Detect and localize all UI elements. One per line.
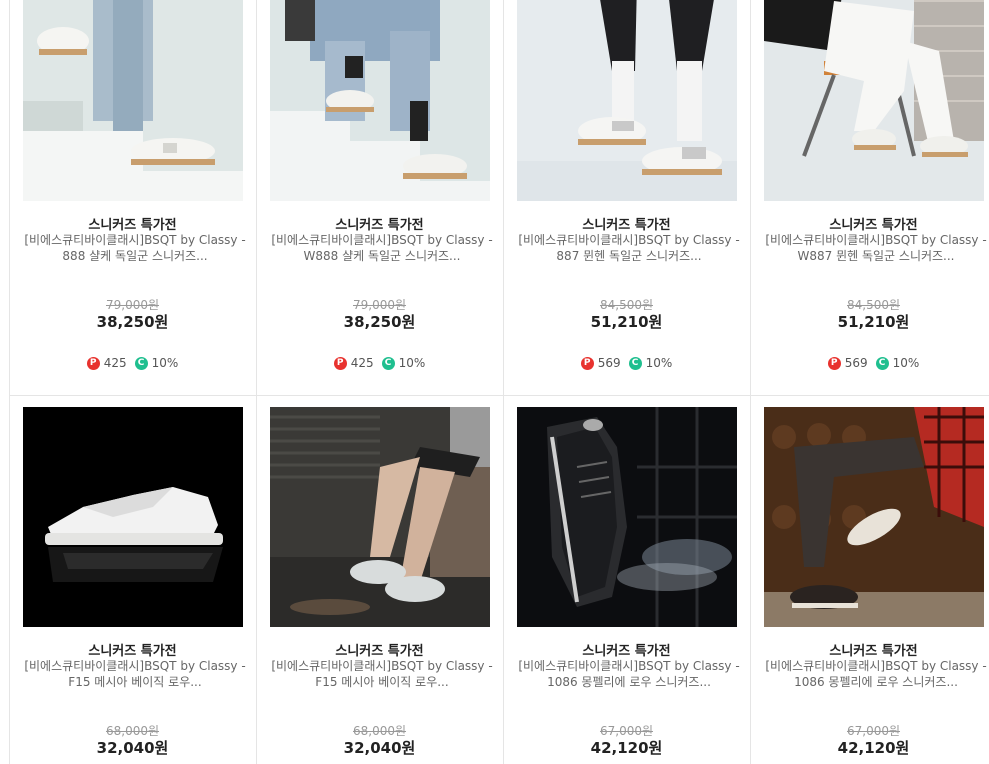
coupon-icon: C bbox=[875, 356, 889, 370]
product-name-line: [비에스큐티바이클래시]BSQT by Classy - bbox=[765, 233, 987, 247]
sale-price: 51,210원 bbox=[590, 313, 663, 331]
sale-price: 42,120원 bbox=[837, 739, 910, 757]
product-category: 스니커즈 특가전 bbox=[88, 218, 177, 233]
product-image[interactable] bbox=[23, 407, 243, 627]
points-icon: P bbox=[580, 356, 594, 370]
product-name-line: 1086 몽펠리에 로우 스니커즈... bbox=[547, 675, 711, 689]
product-image[interactable] bbox=[23, 0, 243, 201]
sale-price: 38,250원 bbox=[343, 313, 416, 331]
product-name[interactable]: [비에스큐티바이클래시]BSQT by Classy - 888 샬케 독일군 스… bbox=[24, 232, 246, 264]
sale-price: 32,040원 bbox=[343, 739, 416, 757]
coupon-icon: C bbox=[628, 356, 642, 370]
product-name-line: [비에스큐티바이클래시]BSQT by Classy - bbox=[24, 659, 246, 673]
product-card[interactable]: 스니커즈 특가전 [비에스큐티바이클래시]BSQT by Classy - 887… bbox=[503, 0, 750, 395]
product-card[interactable]: 스니커즈 특가전 [비에스큐티바이클래시]BSQT by Classy - F15… bbox=[9, 396, 256, 764]
product-image[interactable] bbox=[517, 0, 737, 201]
product-image[interactable] bbox=[270, 407, 490, 627]
product-card[interactable]: 스니커즈 특가전 [비에스큐티바이클래시]BSQT by Classy - 888… bbox=[9, 0, 256, 395]
product-card[interactable]: 스니커즈 특가전 [비에스큐티바이클래시]BSQT by Classy - W88… bbox=[256, 0, 503, 395]
product-name-line: [비에스큐티바이클래시]BSQT by Classy - bbox=[518, 233, 740, 247]
product-grid: 스니커즈 특가전 [비에스큐티바이클래시]BSQT by Classy - 888… bbox=[9, 0, 989, 764]
product-name-line: 887 뮌헨 독일군 스니커즈... bbox=[556, 249, 702, 263]
product-category: 스니커즈 특가전 bbox=[335, 644, 424, 659]
product-name[interactable]: [비에스큐티바이클래시]BSQT by Classy - 1086 몽펠리에 로우… bbox=[765, 658, 987, 690]
coupon-value: 10% bbox=[892, 356, 920, 370]
product-image[interactable] bbox=[764, 407, 984, 627]
product-image[interactable] bbox=[270, 0, 490, 201]
coupon-icon: C bbox=[134, 356, 148, 370]
points-value: 569 bbox=[844, 356, 868, 370]
product-row: 스니커즈 특가전 [비에스큐티바이클래시]BSQT by Classy - F15… bbox=[9, 396, 989, 764]
sale-price: 32,040원 bbox=[96, 739, 169, 757]
product-name[interactable]: [비에스큐티바이클래시]BSQT by Classy - F15 메시아 베이직 … bbox=[24, 658, 246, 690]
product-image[interactable] bbox=[517, 407, 737, 627]
product-name-line: W887 뮌헨 독일군 스니커즈... bbox=[797, 249, 955, 263]
coupon-value: 10% bbox=[398, 356, 426, 370]
points-icon: P bbox=[86, 356, 100, 370]
product-name-line: 888 샬케 독일군 스니커즈... bbox=[62, 249, 208, 263]
product-row: 스니커즈 특가전 [비에스큐티바이클래시]BSQT by Classy - 888… bbox=[9, 0, 989, 396]
product-name[interactable]: [비에스큐티바이클래시]BSQT by Classy - W887 뮌헨 독일군 … bbox=[765, 232, 987, 264]
product-name-line: 1086 몽펠리에 로우 스니커즈... bbox=[794, 675, 958, 689]
product-category: 스니커즈 특가전 bbox=[829, 644, 918, 659]
coupon-icon: C bbox=[381, 356, 395, 370]
sale-price: 42,120원 bbox=[590, 739, 663, 757]
product-name-line: [비에스큐티바이클래시]BSQT by Classy - bbox=[24, 233, 246, 247]
product-card[interactable]: 스니커즈 특가전 [비에스큐티바이클래시]BSQT by Classy - 108… bbox=[750, 396, 989, 764]
product-badges: P 569 C 10% bbox=[504, 356, 749, 370]
product-name-line: [비에스큐티바이클래시]BSQT by Classy - bbox=[518, 659, 740, 673]
product-name-line: [비에스큐티바이클래시]BSQT by Classy - bbox=[271, 659, 493, 673]
sale-price: 51,210원 bbox=[837, 313, 910, 331]
sale-price: 38,250원 bbox=[96, 313, 169, 331]
points-icon: P bbox=[827, 356, 841, 370]
product-badges: P 569 C 10% bbox=[751, 356, 989, 370]
product-name-line: [비에스큐티바이클래시]BSQT by Classy - bbox=[271, 233, 493, 247]
product-category: 스니커즈 특가전 bbox=[88, 644, 177, 659]
product-name[interactable]: [비에스큐티바이클래시]BSQT by Classy - F15 메시아 베이직 … bbox=[271, 658, 493, 690]
product-category: 스니커즈 특가전 bbox=[335, 218, 424, 233]
points-value: 425 bbox=[350, 356, 374, 370]
product-card[interactable]: 스니커즈 특가전 [비에스큐티바이클래시]BSQT by Classy - F15… bbox=[256, 396, 503, 764]
product-image[interactable] bbox=[764, 0, 984, 201]
points-icon: P bbox=[333, 356, 347, 370]
product-badges: P 425 C 10% bbox=[257, 356, 502, 370]
product-name-line: W888 샬케 독일군 스니커즈... bbox=[303, 249, 461, 263]
product-category: 스니커즈 특가전 bbox=[582, 218, 671, 233]
product-name[interactable]: [비에스큐티바이클래시]BSQT by Classy - 887 뮌헨 독일군 스… bbox=[518, 232, 740, 264]
points-value: 569 bbox=[597, 356, 621, 370]
product-category: 스니커즈 특가전 bbox=[582, 644, 671, 659]
product-badges: P 425 C 10% bbox=[10, 356, 255, 370]
product-card[interactable]: 스니커즈 특가전 [비에스큐티바이클래시]BSQT by Classy - W88… bbox=[750, 0, 989, 395]
product-category: 스니커즈 특가전 bbox=[829, 218, 918, 233]
points-value: 425 bbox=[103, 356, 127, 370]
product-name-line: F15 메시아 베이직 로우... bbox=[68, 675, 202, 689]
coupon-value: 10% bbox=[151, 356, 179, 370]
product-name-line: [비에스큐티바이클래시]BSQT by Classy - bbox=[765, 659, 987, 673]
coupon-value: 10% bbox=[645, 356, 673, 370]
product-card[interactable]: 스니커즈 특가전 [비에스큐티바이클래시]BSQT by Classy - 108… bbox=[503, 396, 750, 764]
product-name[interactable]: [비에스큐티바이클래시]BSQT by Classy - 1086 몽펠리에 로우… bbox=[518, 658, 740, 690]
product-name[interactable]: [비에스큐티바이클래시]BSQT by Classy - W888 샬케 독일군 … bbox=[271, 232, 493, 264]
product-name-line: F15 메시아 베이직 로우... bbox=[315, 675, 449, 689]
